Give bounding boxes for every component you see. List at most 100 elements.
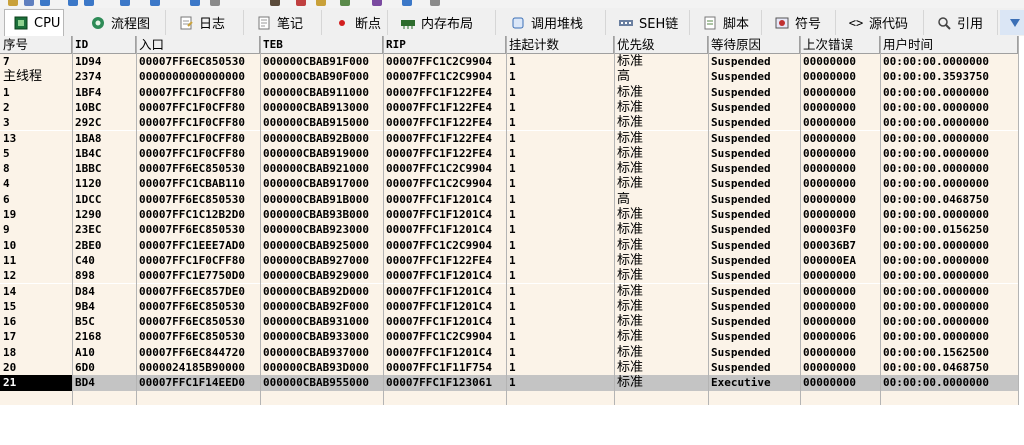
table-row[interactable]: 17 2168 00007FF6EC850530 000000CBAB933000 00… — [0, 329, 1024, 345]
cell-teb: 000000CBAB929000 — [263, 269, 369, 283]
table-row[interactable]: 15 9B4 00007FF6EC850530 000000CBAB92F000 000… — [0, 298, 1024, 315]
tab-breakpoints[interactable]: 断点 — [326, 10, 388, 35]
bookmark-icon[interactable] — [340, 0, 350, 6]
cell-entry: 00007FF6EC850530 — [139, 162, 245, 176]
cell-rip: 00007FFC1F1201C4 — [386, 223, 492, 237]
cell-priority: 高 — [617, 69, 631, 85]
cell-priority: 标准 — [617, 283, 644, 299]
cell-suspend-count: 1 — [509, 70, 516, 84]
tab-symbols[interactable]: 符号 — [766, 10, 836, 35]
cell-wait-reason: Suspended — [711, 253, 771, 267]
step-over-icon[interactable] — [84, 0, 94, 6]
function-icon[interactable] — [372, 0, 382, 6]
tab-references[interactable]: 引用 — [928, 10, 998, 35]
pause-icon[interactable] — [40, 0, 50, 6]
table-row[interactable]: 18 A10 00007FF6EC844720 000000CBAB937000 000… — [0, 344, 1024, 360]
table-row[interactable]: 11 C40 00007FFC1F0CFF80 000000CBAB927000 000… — [0, 252, 1024, 269]
table-row[interactable]: 8 1BBC 00007FF6EC850530 000000CBAB921000 000… — [0, 161, 1024, 177]
table-row[interactable]: 7 1D94 00007FF6EC850530 000000CBAB91F000 000… — [0, 54, 1024, 70]
col-header-teb[interactable]: TEB — [260, 36, 383, 53]
col-header-wait-reason[interactable]: 等待原因 — [708, 36, 800, 53]
col-header-rip[interactable]: RIP — [383, 36, 506, 53]
tab-call-stack[interactable]: 调用堆栈 — [502, 10, 606, 35]
tab-memory-map[interactable]: 内存布局 — [392, 10, 496, 35]
cell-entry: 0000000000000000 — [139, 70, 245, 84]
cell-id: 1BA8 — [75, 131, 102, 145]
table-row[interactable]: 21 BD4 00007FFC1F14EED0 000000CBAB955000 000… — [0, 375, 1024, 391]
cell-rip: 00007FFC1F123061 — [386, 376, 492, 390]
cell-id: 23EC — [75, 223, 102, 237]
cell-user-time: 00:00:00.0000000 — [883, 376, 989, 390]
table-row[interactable]: 5 1B4C 00007FFC1F0CFF80 000000CBAB919000 000… — [0, 145, 1024, 162]
tab-source[interactable]: <> 源代码 — [840, 10, 924, 35]
cell-id: D84 — [75, 284, 95, 298]
table-row[interactable]: 9 23EC 00007FF6EC850530 000000CBAB923000 000… — [0, 222, 1024, 238]
col-header-entry[interactable]: 入口 — [136, 36, 260, 53]
find-icon[interactable] — [402, 0, 412, 6]
trace-icon[interactable] — [190, 0, 200, 6]
cell-user-time: 00:00:00.3593750 — [883, 70, 989, 84]
cell-priority: 标准 — [617, 252, 644, 268]
col-header-user-time[interactable]: 用户时间 — [880, 36, 1018, 53]
tab-label: SEH链 — [639, 17, 679, 32]
table-row[interactable]: 4 1120 00007FFC1CBAB110 000000CBAB917000 000… — [0, 176, 1024, 192]
step-into-icon[interactable] — [68, 0, 78, 6]
table-row[interactable]: 19 1290 00007FFC1C12B2D0 000000CBAB93B000 00… — [0, 207, 1024, 223]
tab-script[interactable]: 脚本 — [694, 10, 762, 35]
col-header-last-error[interactable]: 上次错误 — [800, 36, 880, 53]
tab-graph[interactable]: 流程图 — [82, 10, 166, 35]
col-header-priority[interactable]: 优先级 — [614, 36, 708, 53]
table-row[interactable]: 20 6D0 0000024185B90000 000000CBAB93D000 000… — [0, 360, 1024, 376]
table-row[interactable]: 14 D84 00007FF6EC857DE0 000000CBAB92D000 000… — [0, 283, 1024, 299]
cell-teb: 000000CBAB92F000 — [263, 299, 369, 313]
restart-icon[interactable] — [24, 0, 34, 6]
run-to-icon[interactable] — [120, 0, 130, 6]
table-row[interactable]: 3 292C 00007FFC1F0CFF80 000000CBAB915000 000… — [0, 115, 1024, 131]
cell-last-error: 00000000 — [803, 208, 856, 221]
table-row[interactable]: 16 B5C 00007FF6EC850530 000000CBAB931000 000… — [0, 314, 1024, 330]
animate-icon[interactable] — [150, 0, 160, 6]
cell-id: 1BBC — [75, 162, 102, 176]
table-row[interactable]: 6 1DCC 00007FF6EC850530 000000CBAB91B000 000… — [0, 191, 1024, 207]
tab-log[interactable]: 日志 — [170, 10, 244, 35]
tab-notes[interactable]: 笔记 — [248, 10, 322, 35]
cell-index: 11 — [3, 253, 17, 267]
tab-label: 调用堆栈 — [531, 17, 584, 32]
table-row[interactable]: 13 1BA8 00007FFC1F0CFF80 000000CBAB92B000 00… — [0, 130, 1024, 146]
cell-user-time: 00:00:00.0000000 — [883, 238, 989, 252]
cell-rip: 00007FFC1C2C9904 — [386, 177, 492, 191]
cell-index: 21 — [0, 375, 72, 391]
tab-cpu[interactable]: CPU — [4, 9, 64, 36]
cell-index: 1 — [3, 85, 10, 99]
cell-user-time: 00:00:00.0000000 — [883, 146, 989, 160]
cell-rip: 00007FFC1F1201C4 — [386, 315, 492, 329]
tab-overflow[interactable] — [1000, 10, 1024, 35]
label-icon[interactable] — [316, 0, 326, 6]
threads-table[interactable]: 序号 ID 入口 TEB RIP 挂起计数 优先级 等待原因 上次错误 用户时间… — [0, 36, 1024, 445]
cell-index: 12 — [3, 269, 17, 283]
table-row[interactable]: 12 898 00007FFC1E7750D0 000000CBAB929000 000… — [0, 268, 1024, 284]
col-header-index[interactable]: 序号 — [0, 36, 72, 53]
patch-icon[interactable] — [270, 0, 280, 6]
tab-label: 引用 — [957, 17, 984, 32]
open-icon[interactable] — [8, 0, 18, 6]
cell-wait-reason: Suspended — [711, 208, 771, 221]
cell-last-error: 00000000 — [803, 100, 856, 114]
cell-id: 1DCC — [75, 192, 102, 206]
table-row[interactable]: 2 10BC 00007FFC1F0CFF80 000000CBAB913000 000… — [0, 99, 1024, 116]
table-row[interactable]: 10 2BE0 00007FFC1EEE7AD0 000000CBAB925000 00… — [0, 237, 1024, 253]
table-row[interactable]: 主线程 2374 0000000000000000 000000CBAB90F000 0… — [0, 69, 1024, 85]
cell-wait-reason: Suspended — [711, 238, 771, 252]
col-header-id[interactable]: ID — [72, 36, 136, 53]
calculator-icon[interactable] — [430, 0, 440, 6]
empty-row — [0, 390, 1024, 405]
cell-entry: 00007FFC1F14EED0 — [139, 376, 245, 390]
settings-icon[interactable] — [210, 0, 220, 6]
tab-seh-chain[interactable]: SEH链 — [610, 10, 690, 35]
col-header-suspend-count[interactable]: 挂起计数 — [506, 36, 614, 53]
threads-icon — [1008, 15, 1022, 31]
cell-user-time: 00:00:00.0000000 — [883, 330, 989, 344]
cell-index: 13 — [3, 131, 17, 145]
table-row[interactable]: 1 1BF4 00007FFC1F0CFF80 000000CBAB911000 000… — [0, 84, 1024, 100]
comment-icon[interactable] — [296, 0, 306, 6]
